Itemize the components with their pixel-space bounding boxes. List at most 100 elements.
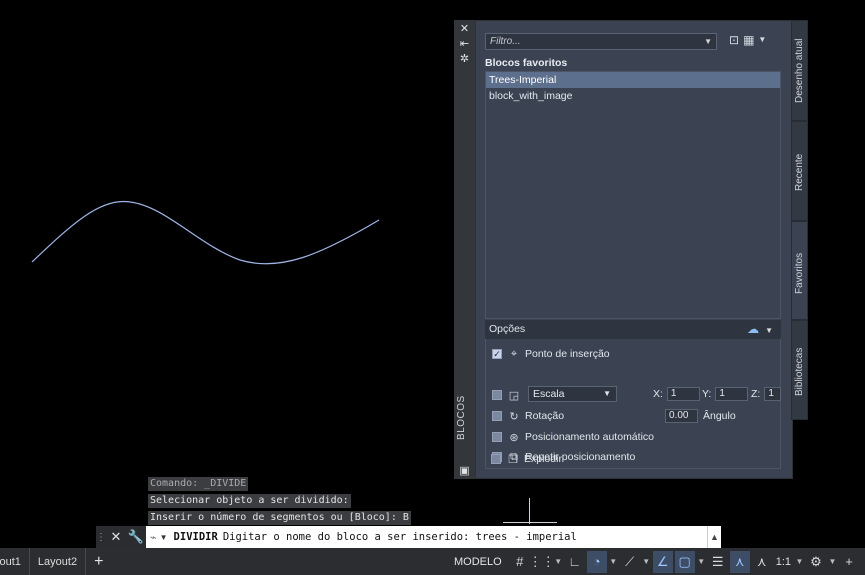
section-title: Blocos favoritos [485,57,568,69]
plus-icon[interactable]: + [839,551,859,573]
explode-label: Explodir [524,453,562,465]
cloud-sync-icon[interactable]: ☁ [747,322,759,336]
rotation-option[interactable]: ↻ Rotação [492,409,564,423]
tab-label: Bibliotecas [794,347,805,396]
thumbnail-view-icon[interactable]: ▦ [743,33,754,47]
scale-option[interactable]: ◲ [492,388,525,402]
chevron-down-icon[interactable]: ▼ [160,533,168,542]
chevron-down-icon[interactable]: ▼ [765,326,773,335]
scale-checkbox[interactable] [492,390,502,400]
options-header: Opções ☁ ▼ [485,320,781,339]
chevron-down-icon[interactable]: ▼ [642,557,651,566]
insertion-point-option[interactable]: ✓ ⌖ Ponto de inserção [492,347,610,361]
scale-y: Y: 1 [702,387,749,401]
scale-z: Z: 1 [751,387,782,401]
angle-group: 0.00 Ângulo [665,409,736,423]
rotation-icon: ↻ [509,410,519,423]
angle-field[interactable]: 0.00 [665,409,698,423]
chevron-down-icon[interactable]: ▼ [758,33,766,47]
tab-label: Desenho atual [794,38,805,104]
tab-libraries[interactable]: Bibliotecas [791,320,808,420]
history-toggle-icon[interactable]: ▲ [707,526,721,548]
filter-placeholder: Filtro... [490,36,521,47]
annotation-scale[interactable]: 1:1 [774,556,793,568]
gear-icon[interactable]: ⚙ [806,551,826,573]
command-name: DIVIDIR [173,531,218,543]
tab-label: Favoritos [794,252,805,294]
command-history-line: Selecionar objeto a ser dividido: [148,494,351,508]
auto-hide-icon[interactable]: ⇤ [458,37,471,50]
blocks-palette: ✕ ⇤ ✲ BLOCOS ▣ Filtro... ▼ ⊡ ▦ ▼ Blocos … [454,20,808,479]
tab-layout1[interactable]: yout1 [0,548,30,575]
command-prompt-text: Digitar o nome do bloco a ser inserido: … [222,531,577,543]
auto-scale-icon[interactable]: ⋏ [752,551,772,573]
block-list[interactable]: Trees-Imperial block_with_image [485,71,781,319]
tab-label: Recente [794,153,805,191]
scale-x: X: 1 [653,387,700,401]
chevron-down-icon[interactable]: ▼ [697,557,706,566]
explode-checkbox[interactable] [491,454,501,464]
status-bar: yout1 Layout2 + MODELO # ⋮⋮ ▼ ∟ ◔ ▼ ⟋ ▼ … [0,548,865,575]
insertion-point-checkbox[interactable]: ✓ [492,349,502,359]
x-field[interactable]: 1 [666,387,700,401]
explode-option[interactable]: ❒ Explodir [491,452,562,466]
y-field[interactable]: 1 [715,387,749,401]
scale-select[interactable]: Escala ▼ [528,386,617,402]
chevron-down-icon[interactable]: ▼ [554,557,563,566]
y-label: Y: [702,388,712,400]
close-icon[interactable]: ✕ [458,22,471,35]
insertion-point-icon: ⌖ [510,347,518,360]
chevron-down-icon[interactable]: ▼ [704,34,712,49]
rotation-label: Rotação [525,410,565,422]
filter-input[interactable]: Filtro... ▼ [485,33,717,50]
properties-icon[interactable]: ✲ [458,52,471,65]
z-field[interactable]: 1 [764,387,782,401]
palette-title: BLOCOS [456,395,467,440]
ortho-icon[interactable]: ∟ [565,551,585,573]
polar-tracking-icon[interactable]: ◔ [586,550,607,573]
palette-tabs: Desenho atual Recente Favoritos Bibliote… [791,20,808,479]
command-history-line: Comando: _DIVIDE [148,477,249,491]
grip-handle[interactable]: ⋮ [96,526,106,548]
crosshair-vertical [529,498,530,524]
scale-icon: ◲ [508,389,520,402]
isometric-icon[interactable]: ⟋ [620,551,640,573]
crosshair-horizontal [503,522,557,523]
model-space-button[interactable]: MODELO [448,556,508,568]
snap-grid-icon[interactable]: ⋮⋮ [529,551,555,573]
chevron-down-icon[interactable]: ▼ [603,387,611,401]
palette-content: Filtro... ▼ ⊡ ▦ ▼ Blocos favoritos Trees… [475,20,793,479]
auto-placement-label: Posicionamento automático [525,431,654,443]
object-snap-icon[interactable]: ▢ [674,550,695,573]
command-prompt-icon[interactable]: ⌁ [150,531,157,544]
command-history: Comando: _DIVIDE Selecionar objeto a ser… [148,477,411,528]
close-icon[interactable]: ✕ [106,526,126,548]
angle-label: Ângulo [703,410,736,422]
scale-select-value: Escala [533,388,565,400]
tab-favorites[interactable]: Favoritos [791,221,808,320]
tab-recent[interactable]: Recente [791,121,808,221]
tab-layout2[interactable]: Layout2 [30,548,87,575]
auto-placement-option[interactable]: ⊛ Posicionamento automático [492,430,654,444]
x-label: X: [653,388,663,400]
wrench-icon[interactable]: 🔧 [126,526,146,548]
chevron-down-icon[interactable]: ▼ [609,557,618,566]
chevron-down-icon[interactable]: ▼ [795,557,804,566]
auto-placement-checkbox[interactable] [492,432,502,442]
import-block-icon[interactable]: ⊡ [729,33,739,47]
lineweight-icon[interactable]: ☰ [708,551,728,573]
grid-icon[interactable]: # [510,551,530,573]
command-input[interactable]: ⌁ ▼ DIVIDIR Digitar o nome do bloco a se… [146,526,707,548]
palette-icon: ▣ [459,465,470,477]
chevron-down-icon[interactable]: ▼ [828,557,837,566]
annotation-visibility-icon[interactable]: ⋏ [729,550,750,573]
rotation-checkbox[interactable] [492,411,502,421]
tab-current-drawing[interactable]: Desenho atual [791,20,808,121]
add-layout-button[interactable]: + [86,553,111,571]
palette-title-bar[interactable]: ✕ ⇤ ✲ BLOCOS ▣ [454,20,475,479]
list-item[interactable]: block_with_image [486,88,780,104]
z-label: Z: [751,388,761,400]
command-line-bar: ⋮ ✕ 🔧 ⌁ ▼ DIVIDIR Digitar o nome do bloc… [96,526,721,548]
list-item[interactable]: Trees-Imperial [486,72,780,88]
object-snap-tracking-icon[interactable]: ∠ [652,550,673,573]
